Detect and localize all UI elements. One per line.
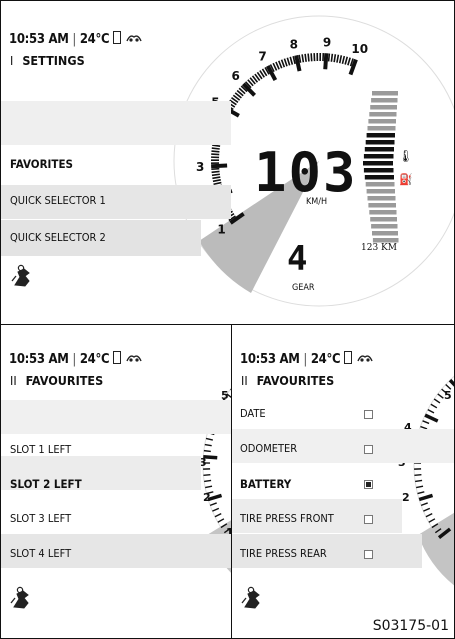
- favourite-checkbox[interactable]: [364, 445, 373, 454]
- rpm-minor-tick: [203, 449, 211, 453]
- gauge-bar-segment: [372, 231, 398, 236]
- rpm-minor-tick: [330, 53, 334, 62]
- gauge-bar-segment: [363, 168, 394, 173]
- gauge-bar-segment: [367, 126, 396, 131]
- gear-value: 4: [287, 239, 308, 279]
- favourite-option-odometer[interactable]: ODOMETER: [240, 442, 297, 455]
- speed-unit: KM/H: [306, 197, 328, 207]
- rpm-label: 5: [444, 389, 452, 402]
- gauge-bar-segment: [365, 140, 395, 145]
- figure-code: S03175-01: [372, 618, 449, 634]
- fuel-icon: ⛽: [399, 173, 413, 186]
- menu-band: [1, 400, 231, 434]
- slot-2-left[interactable]: SLOT 2 LEFT: [10, 477, 82, 491]
- range-value: 123 KM: [361, 243, 397, 253]
- gauge-bar-segment: [363, 161, 393, 166]
- gauge-bar-segment: [364, 147, 394, 152]
- favourite-checkbox[interactable]: [364, 515, 373, 524]
- rpm-label: 6: [231, 69, 239, 83]
- rpm-minor-tick: [310, 53, 313, 62]
- favourite-option-battery[interactable]: BATTERY: [240, 477, 291, 491]
- menu-item-quick-selector-1[interactable]: QUICK SELECTOR 1: [10, 194, 106, 207]
- favourites-right-screen: 10:53 AM | 24°C IIFAVOURITES 5432 DATEOD…: [231, 324, 455, 639]
- rpm-label: 2: [203, 491, 211, 504]
- menu-item-quick-selector-2[interactable]: QUICK SELECTOR 2: [10, 231, 106, 244]
- rpm-minor-tick: [414, 473, 422, 476]
- gauge-bar-segment: [366, 133, 395, 138]
- rpm-label: 1: [217, 222, 225, 236]
- slot-3-left[interactable]: SLOT 3 LEFT: [10, 512, 71, 525]
- slot-4-left[interactable]: SLOT 4 LEFT: [10, 547, 71, 560]
- rpm-label: 2: [402, 491, 410, 504]
- gauge-bar-segment: [370, 217, 397, 222]
- favourite-option-tire-press-front[interactable]: TIRE PRESS FRONT: [240, 512, 334, 525]
- favourite-checkbox[interactable]: [364, 410, 373, 419]
- favourite-option-date[interactable]: DATE: [240, 407, 266, 420]
- gauge-bar-segment: [363, 154, 394, 159]
- favourite-checkbox[interactable]: [364, 550, 373, 559]
- gauge-bar-segment: [366, 189, 395, 194]
- speed-value: 103: [254, 141, 358, 204]
- coolant-temp-icon: 🌡: [398, 149, 414, 163]
- gauge-bar-segment: [365, 182, 395, 187]
- rpm-minor-tick: [304, 53, 307, 62]
- rpm-label: 9: [323, 35, 331, 49]
- rpm-minor-tick: [327, 53, 331, 62]
- favourites-left-screen: 10:53 AM | 24°C IIFAVOURITES 54321 SLOT …: [0, 324, 232, 639]
- menu-band: [1, 101, 231, 145]
- rpm-major-tick: [323, 53, 329, 70]
- rider-mode-icon: [10, 263, 36, 293]
- settings-screen: 10:53 AM | 24°C ISETTINGS 12345678910 FA…: [0, 0, 455, 326]
- rpm-minor-tick: [211, 150, 220, 153]
- gauge-bar-segment: [369, 210, 397, 215]
- gauge-bar-segment: [372, 238, 399, 243]
- rpm-minor-tick: [203, 473, 211, 476]
- rpm-label: 3: [196, 160, 204, 174]
- rpm-minor-tick: [415, 479, 423, 483]
- menu-item-favorites[interactable]: FAVORITES: [10, 157, 73, 171]
- rpm-major-tick: [211, 163, 228, 169]
- favourite-option-tire-press-rear[interactable]: TIRE PRESS REAR: [240, 547, 327, 560]
- rpm-label: 8: [290, 38, 298, 52]
- gauge-bar-segment: [371, 224, 398, 229]
- gauge-bar-segment: [371, 98, 398, 103]
- gauge-bar-segment: [370, 105, 397, 110]
- rpm-label: 7: [258, 49, 266, 63]
- rpm-minor-tick: [211, 167, 220, 171]
- gauge-bar-segment: [368, 203, 396, 208]
- gauge-bar-segment: [369, 112, 397, 117]
- rpm-minor-tick: [211, 147, 220, 150]
- rpm-minor-tick: [211, 170, 220, 174]
- slot-1-left[interactable]: SLOT 1 LEFT: [10, 443, 71, 456]
- gauge-bar-segment: [364, 175, 394, 180]
- favourite-checkbox[interactable]: [364, 480, 373, 489]
- rpm-minor-tick: [204, 479, 212, 483]
- gauge-bar-segment: [368, 119, 396, 124]
- gauge-bar-segment: [367, 196, 396, 201]
- rpm-minor-tick: [211, 153, 220, 156]
- rpm-label: 10: [351, 42, 368, 56]
- gear-label: GEAR: [292, 283, 315, 293]
- rpm-minor-tick: [307, 53, 310, 62]
- gauge-bar-segment: [372, 91, 398, 96]
- rider-mode-icon: [9, 585, 35, 615]
- rider-mode-icon: [240, 585, 266, 615]
- rpm-minor-tick: [211, 173, 220, 177]
